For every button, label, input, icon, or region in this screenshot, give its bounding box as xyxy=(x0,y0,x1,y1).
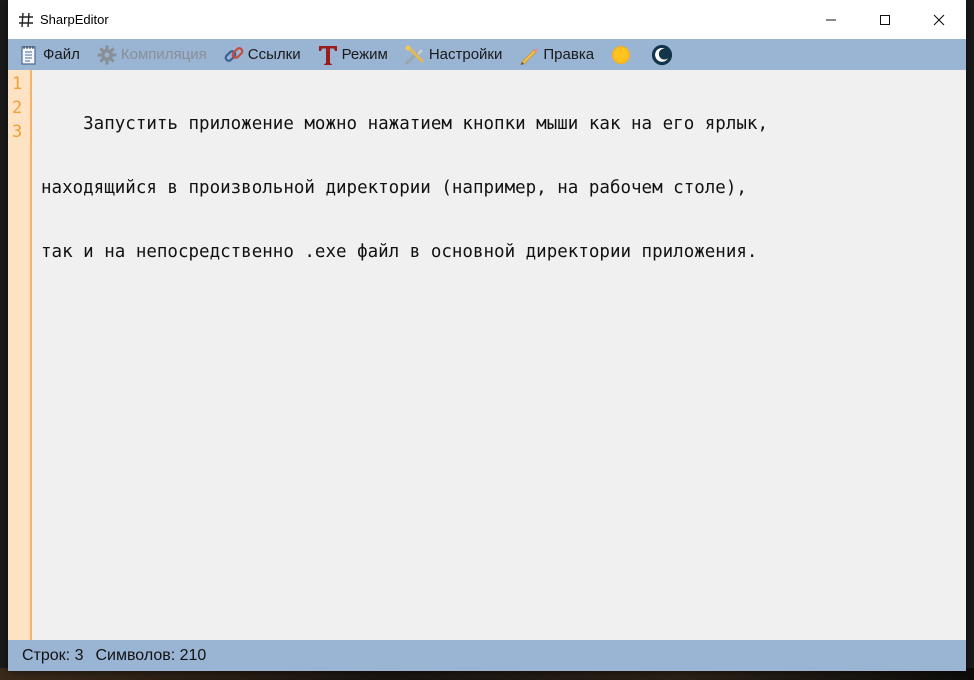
menu-links[interactable]: Ссылки xyxy=(223,39,301,70)
status-bar: Строк: 3 Символов: 210 xyxy=(8,640,966,671)
title-bar[interactable]: SharpEditor xyxy=(8,0,966,39)
code-line[interactable]: Запустить приложение можно нажатием кноп… xyxy=(41,112,768,136)
char-count-status: Символов: 210 xyxy=(95,646,207,664)
menu-edit-label: Правка xyxy=(543,46,595,63)
window-title: SharpEditor xyxy=(40,12,109,27)
line-number: 1 xyxy=(12,74,23,94)
gear-icon xyxy=(96,44,118,66)
pencil-icon xyxy=(518,44,540,66)
light-theme-button[interactable] xyxy=(610,39,635,70)
menu-mode[interactable]: Режим xyxy=(317,39,388,70)
maximize-button[interactable] xyxy=(858,0,912,39)
tools-icon xyxy=(404,44,426,66)
text-editor[interactable]: Запустить приложение можно нажатием кноп… xyxy=(32,70,768,640)
minimize-button[interactable] xyxy=(804,0,858,39)
link-icon xyxy=(223,44,245,66)
menu-compile[interactable]: Компиляция xyxy=(96,39,207,70)
notepad-icon xyxy=(18,44,40,66)
menu-mode-label: Режим xyxy=(341,46,388,63)
menu-file-label: Файл xyxy=(43,46,80,63)
line-count-status: Строк: 3 xyxy=(22,646,84,664)
text-mode-icon xyxy=(317,44,339,66)
menu-bar: Файл Компиляция Ссылки Режим Настройки П… xyxy=(8,39,966,70)
close-icon xyxy=(933,14,945,25)
dark-theme-button[interactable] xyxy=(651,39,676,70)
line-number: 3 xyxy=(12,122,23,142)
menu-file[interactable]: Файл xyxy=(18,39,80,70)
editor-area[interactable]: 1 2 3 Запустить приложение можно нажатие… xyxy=(8,70,966,640)
app-window: SharpEditor Файл Компиляция Ссылки Режим… xyxy=(8,0,966,671)
line-number-gutter: 1 2 3 xyxy=(8,70,32,640)
line-number: 2 xyxy=(12,98,23,118)
hash-icon xyxy=(18,12,34,28)
maximize-icon xyxy=(880,14,890,25)
menu-settings[interactable]: Настройки xyxy=(404,39,503,70)
menu-edit[interactable]: Правка xyxy=(518,39,594,70)
window-controls xyxy=(804,0,966,39)
menu-links-label: Ссылки xyxy=(247,46,301,63)
menu-settings-label: Настройки xyxy=(428,46,503,63)
minimize-icon xyxy=(826,19,836,20)
code-line[interactable]: находящийся в произвольной директории (н… xyxy=(41,176,768,200)
close-button[interactable] xyxy=(912,0,966,39)
sun-icon xyxy=(610,44,632,66)
moon-icon xyxy=(651,44,673,66)
menu-compile-label: Компиляция xyxy=(120,46,207,63)
code-line[interactable]: так и на непосредственно .exe файл в осн… xyxy=(41,240,768,264)
